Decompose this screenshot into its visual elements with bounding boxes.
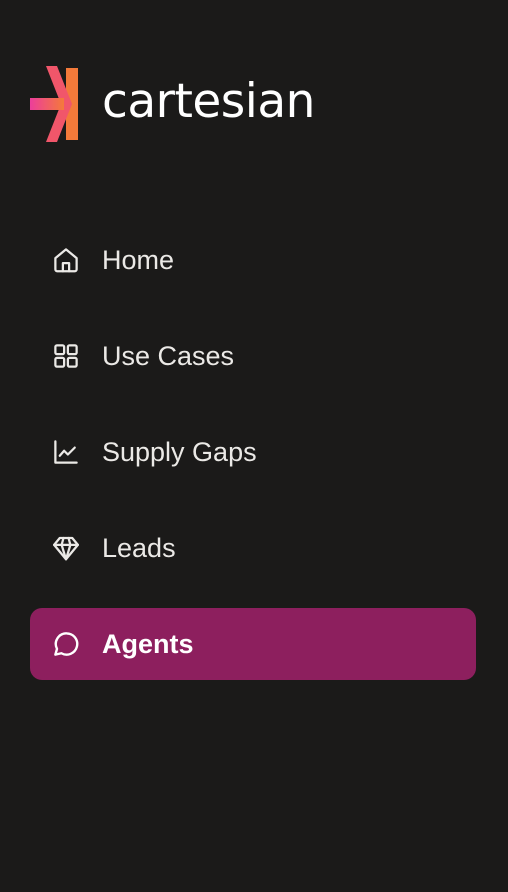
nav-item-agents[interactable]: Agents — [30, 608, 476, 680]
home-icon — [50, 244, 82, 276]
diamond-icon — [50, 532, 82, 564]
nav-label-home: Home — [102, 244, 175, 275]
nav-item-supply-gaps[interactable]: Supply Gaps — [30, 416, 476, 488]
sidebar: cartesian Home Use Cases Supply Gaps Lea… — [0, 0, 508, 892]
grid-icon — [50, 340, 82, 372]
main-navigation: Home Use Cases Supply Gaps Leads Agents — [30, 224, 476, 704]
nav-label-supply-gaps: Supply Gaps — [102, 436, 257, 467]
nav-item-leads[interactable]: Leads — [30, 512, 476, 584]
nav-label-leads: Leads — [102, 532, 176, 563]
nav-item-home[interactable]: Home — [30, 224, 476, 296]
chat-bubble-icon — [50, 628, 82, 660]
cartesian-logo-icon — [30, 66, 78, 142]
nav-label-agents: Agents — [102, 628, 194, 659]
chart-line-icon — [50, 436, 82, 468]
brand-logo[interactable]: cartesian — [30, 66, 315, 142]
nav-item-use-cases[interactable]: Use Cases — [30, 320, 476, 392]
nav-label-use-cases: Use Cases — [102, 340, 235, 371]
brand-name: cartesian — [102, 73, 315, 129]
